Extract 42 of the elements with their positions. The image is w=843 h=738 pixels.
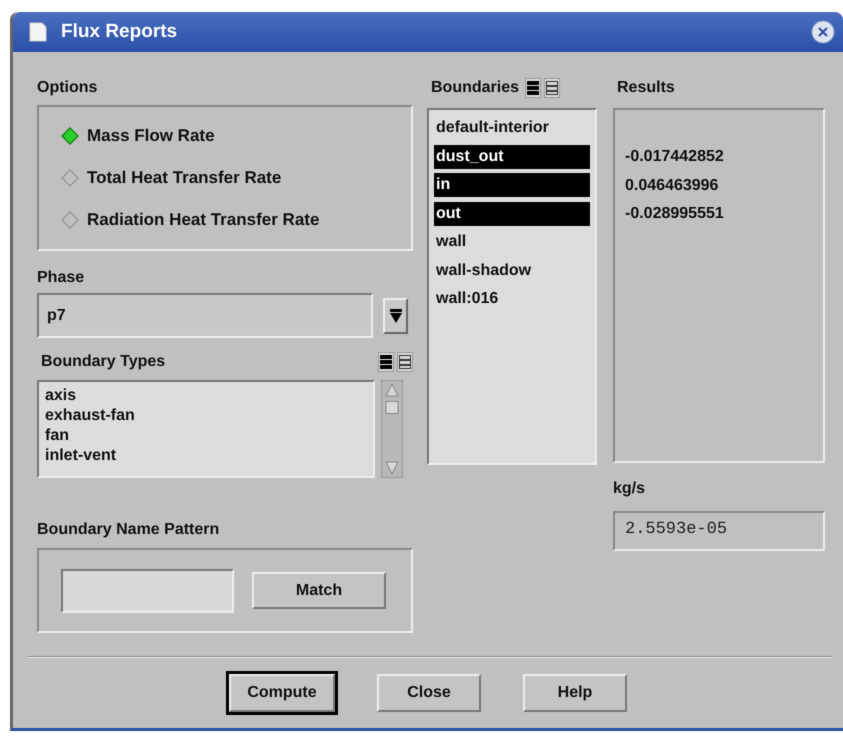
list-item[interactable]: wall-shadow bbox=[434, 258, 590, 282]
dropdown-button[interactable] bbox=[383, 298, 408, 334]
section-label: Results bbox=[616, 78, 676, 98]
radio-option[interactable]: Total Heat Transfer Rate bbox=[61, 168, 411, 188]
dialog-button[interactable]: Close bbox=[377, 674, 481, 712]
list-item[interactable]: default-interior bbox=[434, 116, 590, 140]
document-icon bbox=[29, 22, 47, 42]
list-item[interactable]: fan bbox=[43, 426, 369, 446]
list-item[interactable]: in bbox=[434, 173, 590, 197]
window-title: Flux Reports bbox=[61, 21, 178, 43]
down-arrow-icon bbox=[390, 308, 402, 322]
outline-lines-button[interactable] bbox=[544, 78, 560, 98]
phase-dropdown[interactable]: p7 bbox=[37, 293, 373, 338]
outline-lines-button[interactable] bbox=[397, 352, 413, 372]
scrollbar[interactable] bbox=[381, 380, 403, 478]
scrollbar-thumb[interactable] bbox=[385, 401, 399, 414]
list-item[interactable]: dust_out bbox=[434, 144, 590, 168]
list-item[interactable]: exhaust-fan bbox=[43, 406, 369, 426]
list-item[interactable]: inlet-vent bbox=[43, 446, 369, 466]
filled-lines-button[interactable] bbox=[525, 78, 542, 98]
radio-option[interactable]: Radiation Heat Transfer Rate bbox=[61, 210, 411, 230]
radio-option[interactable]: Mass Flow Rate bbox=[61, 126, 411, 146]
dialog-button[interactable]: Help bbox=[523, 674, 627, 712]
filled-lines-button[interactable] bbox=[378, 352, 394, 372]
list-item[interactable]: wall:016 bbox=[434, 287, 590, 311]
section-label: Boundary Types bbox=[41, 352, 166, 372]
result-value: -0.028995551 bbox=[625, 204, 724, 224]
section-label: Boundaries bbox=[431, 78, 520, 98]
list-item[interactable]: axis bbox=[43, 386, 369, 406]
dialog-button[interactable]: Compute bbox=[229, 674, 335, 712]
close-icon[interactable] bbox=[811, 20, 835, 44]
result-value: 0.046463996 bbox=[625, 176, 718, 196]
list-item[interactable]: wall bbox=[434, 230, 590, 254]
pattern-input-field[interactable] bbox=[61, 568, 234, 612]
section-label: Options bbox=[37, 78, 98, 98]
section-label: Phase bbox=[37, 268, 86, 288]
total-field: 2.5593e-05 bbox=[613, 511, 825, 551]
units-label: kg/s bbox=[613, 479, 646, 499]
list-item[interactable]: out bbox=[434, 202, 590, 226]
section-label: Boundary Name Pattern bbox=[37, 520, 220, 540]
match-button[interactable]: Match bbox=[252, 572, 386, 609]
result-value: -0.017442852 bbox=[625, 147, 724, 167]
